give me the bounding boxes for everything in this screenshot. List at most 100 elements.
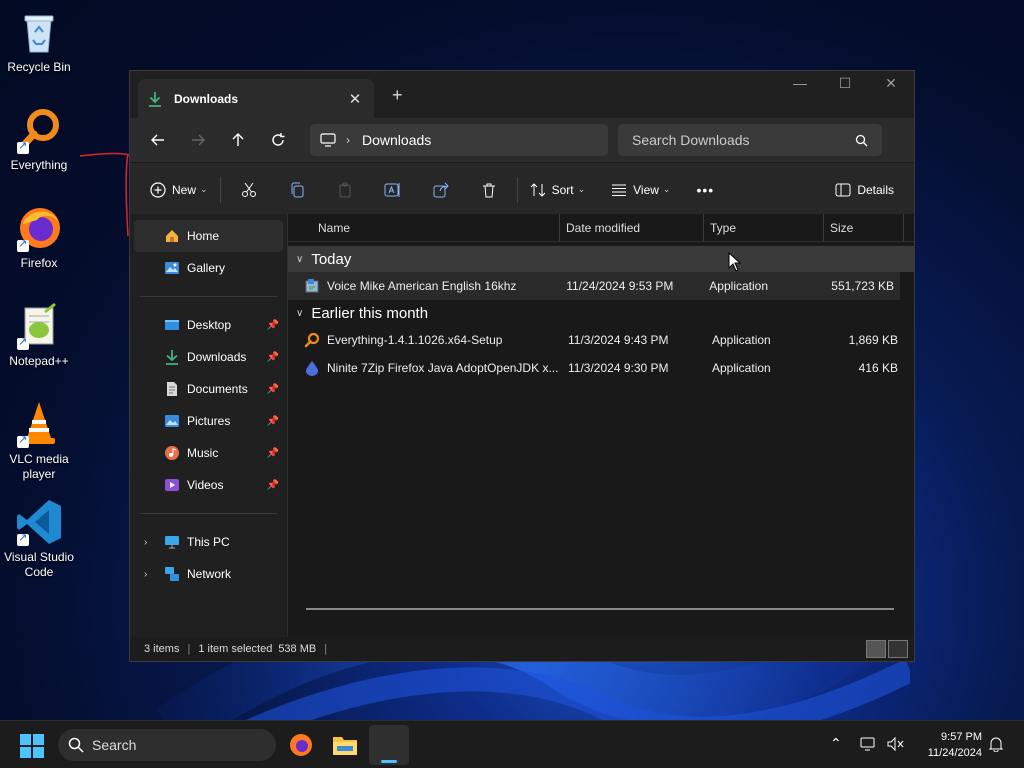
back-button[interactable] [138,125,178,155]
chevron-right-icon[interactable]: › [144,569,147,580]
column-header-date[interactable]: Date modified [560,214,704,241]
nav-item-documents[interactable]: Documents 📌 [134,373,283,405]
column-header-type[interactable]: Type [704,214,824,241]
nav-item-home[interactable]: Home [134,220,283,252]
group-header-today[interactable]: ∨ Today [288,246,914,272]
paste-button[interactable] [321,174,369,206]
pin-icon[interactable]: 📌 [267,416,279,427]
details-view-button[interactable] [866,640,886,658]
monitor-icon [320,133,336,147]
shortcut-arrow-icon [17,531,29,546]
rename-button[interactable] [369,174,417,206]
nav-item-downloads[interactable]: Downloads 📌 [134,341,283,373]
group-label: Today [311,250,352,268]
search-icon [855,134,868,146]
pin-icon[interactable]: 📌 [267,320,279,331]
refresh-button[interactable] [258,125,298,155]
nav-item-desktop[interactable]: Desktop 📌 [134,309,283,341]
divider [516,176,518,203]
minimize-button[interactable]: — [780,75,820,97]
desktop-icon-vscode[interactable]: Visual Studio Code [1,498,77,580]
share-icon [433,182,449,197]
maximize-button[interactable]: ☐ [825,75,865,97]
new-button[interactable]: New ⌄ [142,174,216,206]
clock[interactable]: 9:57 PM 11/24/2024 [928,729,982,761]
taskbar: Search ⌃ 9:57 PM 11/24/2024 [0,720,1024,768]
bell-icon[interactable] [988,736,1004,752]
share-button[interactable] [417,174,465,206]
navigation-pane: Home Gallery Desktop 📌 Downloads 📌 Documen… [130,214,288,640]
nav-item-label: Gallery [187,261,226,275]
address-bar[interactable]: › Downloads [310,124,608,156]
desktop-icon-firefox[interactable]: Firefox [1,204,77,271]
file-row[interactable]: Ninite 7Zip Firefox Java AdoptOpenJDK x.… [288,354,914,382]
taskbar-active-window[interactable] [369,725,409,765]
desktop-icon-everything[interactable]: Everything [1,106,77,173]
column-header-name[interactable]: Name [288,214,560,241]
nav-item-network[interactable]: › Network [134,558,283,590]
pictures-icon [165,415,179,427]
nav-item-this-pc[interactable]: › This PC [134,526,283,558]
group-header-earlier-this-month[interactable]: ∨ Earlier this month [288,300,914,326]
installer-app-icon [305,279,319,293]
close-window-button[interactable]: ✕ [871,75,911,97]
nav-item-gallery[interactable]: Gallery [134,252,283,284]
file-type: Application [712,333,771,347]
file-row[interactable]: Everything-1.4.1.1026.x64-Setup 11/3/202… [288,326,914,354]
desktop-icon-label: Visual Studio Code [4,550,74,579]
delete-button[interactable] [465,174,513,206]
nav-item-label: Pictures [187,414,231,428]
horizontal-scrollbar[interactable] [306,608,894,610]
chevron-down-icon: ⌄ [662,184,671,194]
chevron-right-icon[interactable]: › [346,133,350,147]
column-header-row: Name Date modified Type Size [288,214,914,242]
taskbar-firefox[interactable] [281,725,321,765]
copy-button[interactable] [273,174,321,206]
file-explorer-window: Downloads ✕ + — ☐ ✕ › Downloads Search D… [129,70,915,662]
refresh-icon [272,133,285,146]
pin-icon[interactable]: 📌 [267,352,279,363]
everything-icon [15,106,63,154]
file-size: 551,723 KB [831,279,894,293]
file-type: Application [712,361,771,375]
tab-downloads[interactable]: Downloads ✕ [138,79,374,118]
more-options-button[interactable]: ••• [688,174,722,206]
sort-button[interactable]: Sort ⌄ [522,174,594,206]
desktop-icon-recycle-bin[interactable]: Recycle Bin [1,8,77,75]
videos-icon [165,479,179,491]
forward-button[interactable] [178,125,218,155]
taskbar-search[interactable]: Search [58,729,276,761]
nav-item-label: Videos [187,478,224,492]
new-tab-button[interactable]: + [392,85,403,106]
search-box[interactable]: Search Downloads [618,124,882,156]
desktop-icon-notepadpp[interactable]: Notepad++ [1,302,77,369]
divider: | [324,643,328,655]
scissors-icon [241,182,256,197]
up-button[interactable] [218,125,258,155]
file-name: Ninite 7Zip Firefox Java AdoptOpenJDK x.… [327,361,559,375]
file-row[interactable]: Voice Mike American English 16khz 11/24/… [288,272,900,300]
nav-item-pictures[interactable]: Pictures 📌 [134,405,283,437]
nav-item-videos[interactable]: Videos 📌 [134,469,283,501]
nav-item-music[interactable]: Music 📌 [134,437,283,469]
cut-button[interactable] [225,174,273,206]
notepadpp-icon [15,302,63,350]
pin-icon[interactable]: 📌 [267,384,279,395]
file-name: Voice Mike American English 16khz [327,279,517,293]
file-name: Everything-1.4.1.1026.x64-Setup [327,333,503,347]
close-tab-button[interactable]: ✕ [346,90,364,108]
network-status-icon[interactable] [860,736,878,752]
pin-icon[interactable]: 📌 [267,480,279,491]
column-header-size[interactable]: Size [824,214,904,241]
windows-start-icon[interactable] [20,734,44,758]
pin-icon[interactable]: 📌 [267,448,279,459]
taskbar-file-explorer[interactable] [325,725,365,765]
breadcrumb-downloads[interactable]: Downloads [362,132,431,148]
chevron-right-icon[interactable]: › [144,537,147,548]
chevron-up-icon[interactable]: ⌃ [830,735,842,752]
volume-muted-icon[interactable] [886,736,904,752]
desktop-icon-vlc[interactable]: VLC media player [1,400,77,482]
tiles-view-button[interactable] [888,640,908,658]
details-button[interactable]: Details [827,174,902,206]
view-button[interactable]: View ⌄ [603,174,678,206]
